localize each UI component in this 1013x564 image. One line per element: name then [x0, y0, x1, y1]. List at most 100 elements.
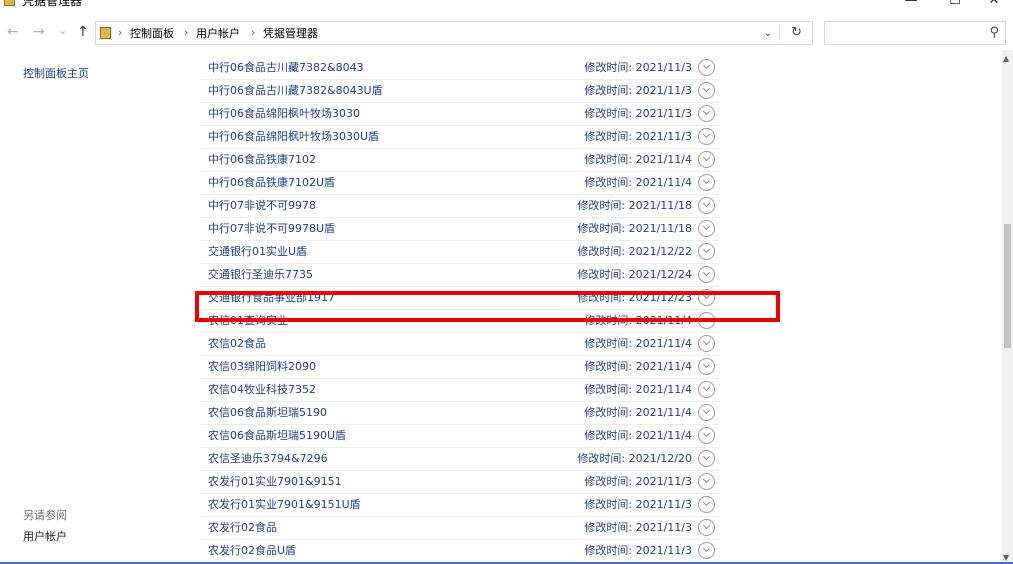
expand-chevron-icon[interactable]: [698, 427, 715, 444]
expand-chevron-icon[interactable]: [698, 496, 715, 513]
credential-modified-time: 修改时间: 2021/11/4: [584, 337, 692, 350]
credential-modified-time: 修改时间: 2021/12/20: [577, 452, 692, 465]
expand-chevron-icon[interactable]: [698, 174, 715, 191]
credential-row[interactable]: 农信06食品斯坦瑞5190 修改时间: 2021/11/4: [200, 402, 720, 425]
credential-row[interactable]: 中行07非说不可9978 修改时间: 2021/11/18: [200, 195, 720, 218]
credential-name[interactable]: 农信02食品: [208, 337, 266, 351]
credential-modified-time: 修改时间: 2021/11/3: [584, 544, 692, 557]
credential-name[interactable]: 交通银行圣迪乐7735: [208, 268, 313, 282]
close-button[interactable]: ✕: [984, 0, 1004, 9]
maximize-button[interactable]: ☐: [945, 0, 965, 9]
credential-row[interactable]: 农发行01实业7901&9151U盾 修改时间: 2021/11/3: [200, 494, 720, 517]
sidebar-see-also-label: 另请参阅: [23, 509, 67, 522]
expand-chevron-icon[interactable]: [698, 542, 715, 559]
credential-row[interactable]: 农信03绵阳饲料2090 修改时间: 2021/11/4: [200, 356, 720, 379]
credential-row[interactable]: 农发行01实业7901&9151 修改时间: 2021/11/3: [200, 471, 720, 494]
credential-name[interactable]: 农发行02食品U盾: [208, 544, 296, 558]
credential-row[interactable]: 中行06食品古川藏7382&8043U盾 修改时间: 2021/11/3: [200, 80, 720, 103]
address-history-chevron-icon[interactable]: ⌄: [764, 26, 772, 42]
expand-chevron-icon[interactable]: [698, 358, 715, 375]
search-input[interactable]: ⚲: [824, 21, 1006, 45]
expand-chevron-icon[interactable]: [698, 473, 715, 490]
expand-chevron-icon[interactable]: [698, 128, 715, 145]
expand-chevron-icon[interactable]: [698, 243, 715, 260]
credential-name[interactable]: 中行06食品铁康7102U盾: [208, 176, 335, 190]
expand-chevron-icon[interactable]: [698, 82, 715, 99]
breadcrumb-separator-icon: ›: [118, 26, 123, 39]
title-bar: 凭据管理器 — ☐ ✕: [0, 0, 1013, 12]
credential-name[interactable]: 农信04牧业科技7352: [208, 383, 316, 397]
credential-row[interactable]: 农发行02食品 修改时间: 2021/11/3: [200, 517, 720, 540]
expand-chevron-icon[interactable]: [698, 151, 715, 168]
credential-row[interactable]: 中行06食品铁康7102 修改时间: 2021/11/4: [200, 149, 720, 172]
credential-name[interactable]: 农发行02食品: [208, 521, 277, 535]
credential-name[interactable]: 农信06食品斯坦瑞5190: [208, 406, 327, 420]
credential-name[interactable]: 农发行01实业7901&9151U盾: [208, 498, 361, 512]
credential-row[interactable]: 交通银行01实业U盾 修改时间: 2021/12/22: [200, 241, 720, 264]
credential-modified-time: 修改时间: 2021/11/4: [584, 176, 692, 189]
credential-name[interactable]: 农信圣迪乐3794&7296: [208, 452, 328, 466]
credential-row[interactable]: 农发行02食品U盾 修改时间: 2021/11/3: [200, 540, 720, 563]
expand-chevron-icon[interactable]: [698, 404, 715, 421]
credential-row[interactable]: 农信06食品斯坦瑞5190U盾 修改时间: 2021/11/4: [200, 425, 720, 448]
recent-locations-chevron-icon[interactable]: ⌄: [58, 23, 67, 39]
scroll-up-arrow-icon[interactable]: ▲: [1003, 55, 1009, 63]
credential-name[interactable]: 交通银行01实业U盾: [208, 245, 307, 259]
window-title: 凭据管理器: [22, 0, 83, 8]
breadcrumb-user-accounts[interactable]: 用户帐户: [196, 26, 240, 42]
expand-chevron-icon[interactable]: [698, 381, 715, 398]
credential-name[interactable]: 农信06食品斯坦瑞5190U盾: [208, 429, 346, 443]
credential-row[interactable]: 农信04牧业科技7352 修改时间: 2021/11/4: [200, 379, 720, 402]
search-icon[interactable]: ⚲: [989, 24, 999, 42]
credential-name[interactable]: 中行06食品绵阳枫叶牧场3030: [208, 107, 360, 121]
credential-row[interactable]: 农信02食品 修改时间: 2021/11/4: [200, 333, 720, 356]
credential-row[interactable]: 交通银行圣迪乐7735 修改时间: 2021/12/24: [200, 264, 720, 287]
credential-row[interactable]: 中行06食品绵阳枫叶牧场3030U盾 修改时间: 2021/11/3: [200, 126, 720, 149]
credential-row[interactable]: 中行06食品古川藏7382&8043 修改时间: 2021/11/3: [200, 57, 720, 80]
scrollbar-thumb[interactable]: [1004, 224, 1011, 348]
credential-modified-time: 修改时间: 2021/11/4: [584, 406, 692, 419]
back-arrow-icon[interactable]: ←: [7, 24, 19, 40]
credential-row[interactable]: 农信圣迪乐3794&7296 修改时间: 2021/12/20: [200, 448, 720, 471]
credential-row[interactable]: 中行07非说不可9978U盾 修改时间: 2021/11/18: [200, 218, 720, 241]
credential-name[interactable]: 中行06食品绵阳枫叶牧场3030U盾: [208, 130, 379, 144]
expand-chevron-icon[interactable]: [698, 335, 715, 352]
credential-modified-time: 修改时间: 2021/11/4: [584, 429, 692, 442]
breadcrumb-separator-icon[interactable]: ›: [251, 25, 255, 41]
sidebar-user-accounts-link[interactable]: 用户帐户: [23, 530, 67, 544]
credential-name[interactable]: 中行07非说不可9978U盾: [208, 222, 335, 236]
credential-modified-time: 修改时间: 2021/11/4: [584, 153, 692, 166]
expand-chevron-icon[interactable]: [698, 220, 715, 237]
address-bar[interactable]: › 控制面板 › 用户帐户 › 凭据管理器 ⌄ ↻: [95, 21, 813, 45]
expand-chevron-icon[interactable]: [698, 105, 715, 122]
credential-name[interactable]: 中行06食品古川藏7382&8043U盾: [208, 84, 383, 98]
credential-name[interactable]: 中行06食品古川藏7382&8043: [208, 61, 364, 75]
minimize-button[interactable]: —: [901, 0, 921, 9]
breadcrumb-control-panel[interactable]: 控制面板: [130, 26, 174, 42]
expand-chevron-icon[interactable]: [698, 266, 715, 283]
credential-row[interactable]: 中行06食品铁康7102U盾 修改时间: 2021/11/4: [200, 172, 720, 195]
credential-name[interactable]: 农信03绵阳饲料2090: [208, 360, 316, 374]
breadcrumb-credential-manager[interactable]: 凭据管理器: [263, 26, 318, 42]
expand-chevron-icon[interactable]: [698, 197, 715, 214]
credential-name[interactable]: 中行07非说不可9978: [208, 199, 316, 213]
credential-modified-time: 修改时间: 2021/11/3: [584, 130, 692, 143]
credential-name[interactable]: 农发行01实业7901&9151: [208, 475, 342, 489]
expand-chevron-icon[interactable]: [698, 59, 715, 76]
sidebar-control-panel-home-link[interactable]: 控制面板主页: [23, 67, 89, 81]
credential-name[interactable]: 中行06食品铁康7102: [208, 153, 316, 167]
credential-row[interactable]: 中行06食品绵阳枫叶牧场3030 修改时间: 2021/11/3: [200, 103, 720, 126]
credential-modified-time: 修改时间: 2021/11/3: [584, 521, 692, 534]
forward-arrow-icon[interactable]: →: [33, 24, 45, 40]
credential-modified-time: 修改时间: 2021/11/18: [577, 199, 692, 212]
credential-modified-time: 修改时间: 2021/11/3: [584, 498, 692, 511]
up-arrow-icon[interactable]: ↑: [77, 24, 89, 40]
vertical-scrollbar[interactable]: ▲ ▼: [1002, 50, 1013, 564]
refresh-icon[interactable]: ↻: [791, 25, 802, 41]
expand-chevron-icon[interactable]: [698, 519, 715, 536]
breadcrumb-separator-icon[interactable]: ›: [184, 25, 188, 41]
expand-chevron-icon[interactable]: [698, 450, 715, 467]
scroll-down-arrow-icon[interactable]: ▼: [1003, 554, 1009, 562]
highlight-box: [195, 291, 780, 322]
credential-modified-time: 修改时间: 2021/11/18: [577, 222, 692, 235]
